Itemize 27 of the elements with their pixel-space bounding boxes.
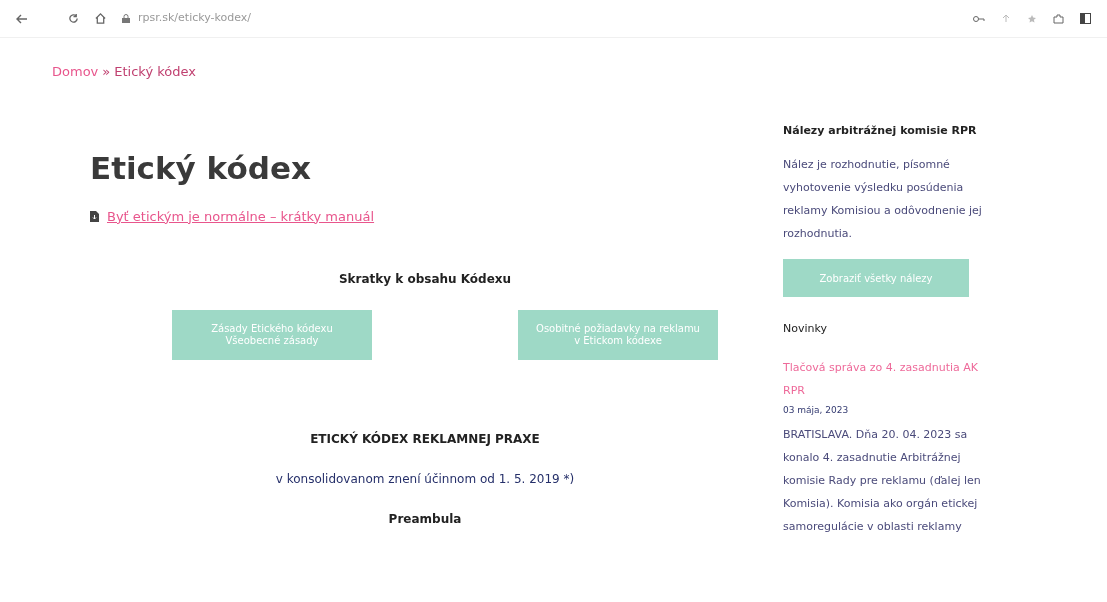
- sidebar-heading: Novinky: [783, 321, 828, 337]
- breadcrumb-link[interactable]: Domov: [52, 62, 99, 82]
- star-icon[interactable]: [1027, 13, 1037, 24]
- home-icon[interactable]: [95, 13, 106, 24]
- code-title: ETICKÝ KÓDEX REKLAMNEJ PRAXE: [309, 430, 541, 449]
- news-date: 03 mája, 2023: [783, 403, 850, 417]
- address-bar[interactable]: rpsr.sk/eticky-kodex/: [138, 10, 251, 27]
- reload-icon[interactable]: [68, 13, 79, 24]
- shortcuts-heading: Skratky k obsahu Kódexu: [337, 271, 513, 289]
- section-heading: Preambula: [387, 511, 463, 529]
- sidebar-icon[interactable]: [1080, 13, 1091, 24]
- page-title: Etický kódex: [90, 149, 312, 187]
- download-link[interactable]: Byť etickým je normálne – krátky manuál: [107, 206, 375, 227]
- back-icon[interactable]: [16, 13, 28, 24]
- findings-button[interactable]: Zobraziť všetky nálezy: [783, 259, 969, 297]
- news-headline[interactable]: Tlačová správa zo 4. zasadnutia AK RPR: [783, 355, 998, 402]
- key-icon[interactable]: [973, 14, 985, 23]
- breadcrumb-text: »: [102, 63, 111, 81]
- lock-icon: [122, 14, 130, 23]
- sidebar-heading: Nálezy arbitrážnej komisie RPR: [783, 122, 978, 139]
- sidebar-text: Nález je rozhodnutie, písomné vyhotovenie výsledku posúdenia reklamy Komisiou a odôvodnenie jej rozhodnutia.: [783, 157, 983, 242]
- shortcut-button[interactable]: Zásady Etického kódexu Všeobecné zásady: [172, 310, 372, 361]
- news-excerpt: BRATISLAVA. Dňa 20. 04. 2023 sa konalo 4. zasadnutie Arbitrážnej komisie Rady pre reklamu (ďalej len Komisia). Komisia ako orgán etickej samoregulácie v oblasti reklamy: [783, 427, 982, 535]
- shortcut-button[interactable]: Osobitné požiadavky na reklamu v Etickom kódexe: [518, 310, 718, 361]
- code-subtitle: v konsolidovanom znení účinnom od 1. 5. 2019 *): [274, 471, 576, 489]
- document-icon: [90, 210, 99, 222]
- breadcrumb-text: Etický kódex: [114, 63, 196, 81]
